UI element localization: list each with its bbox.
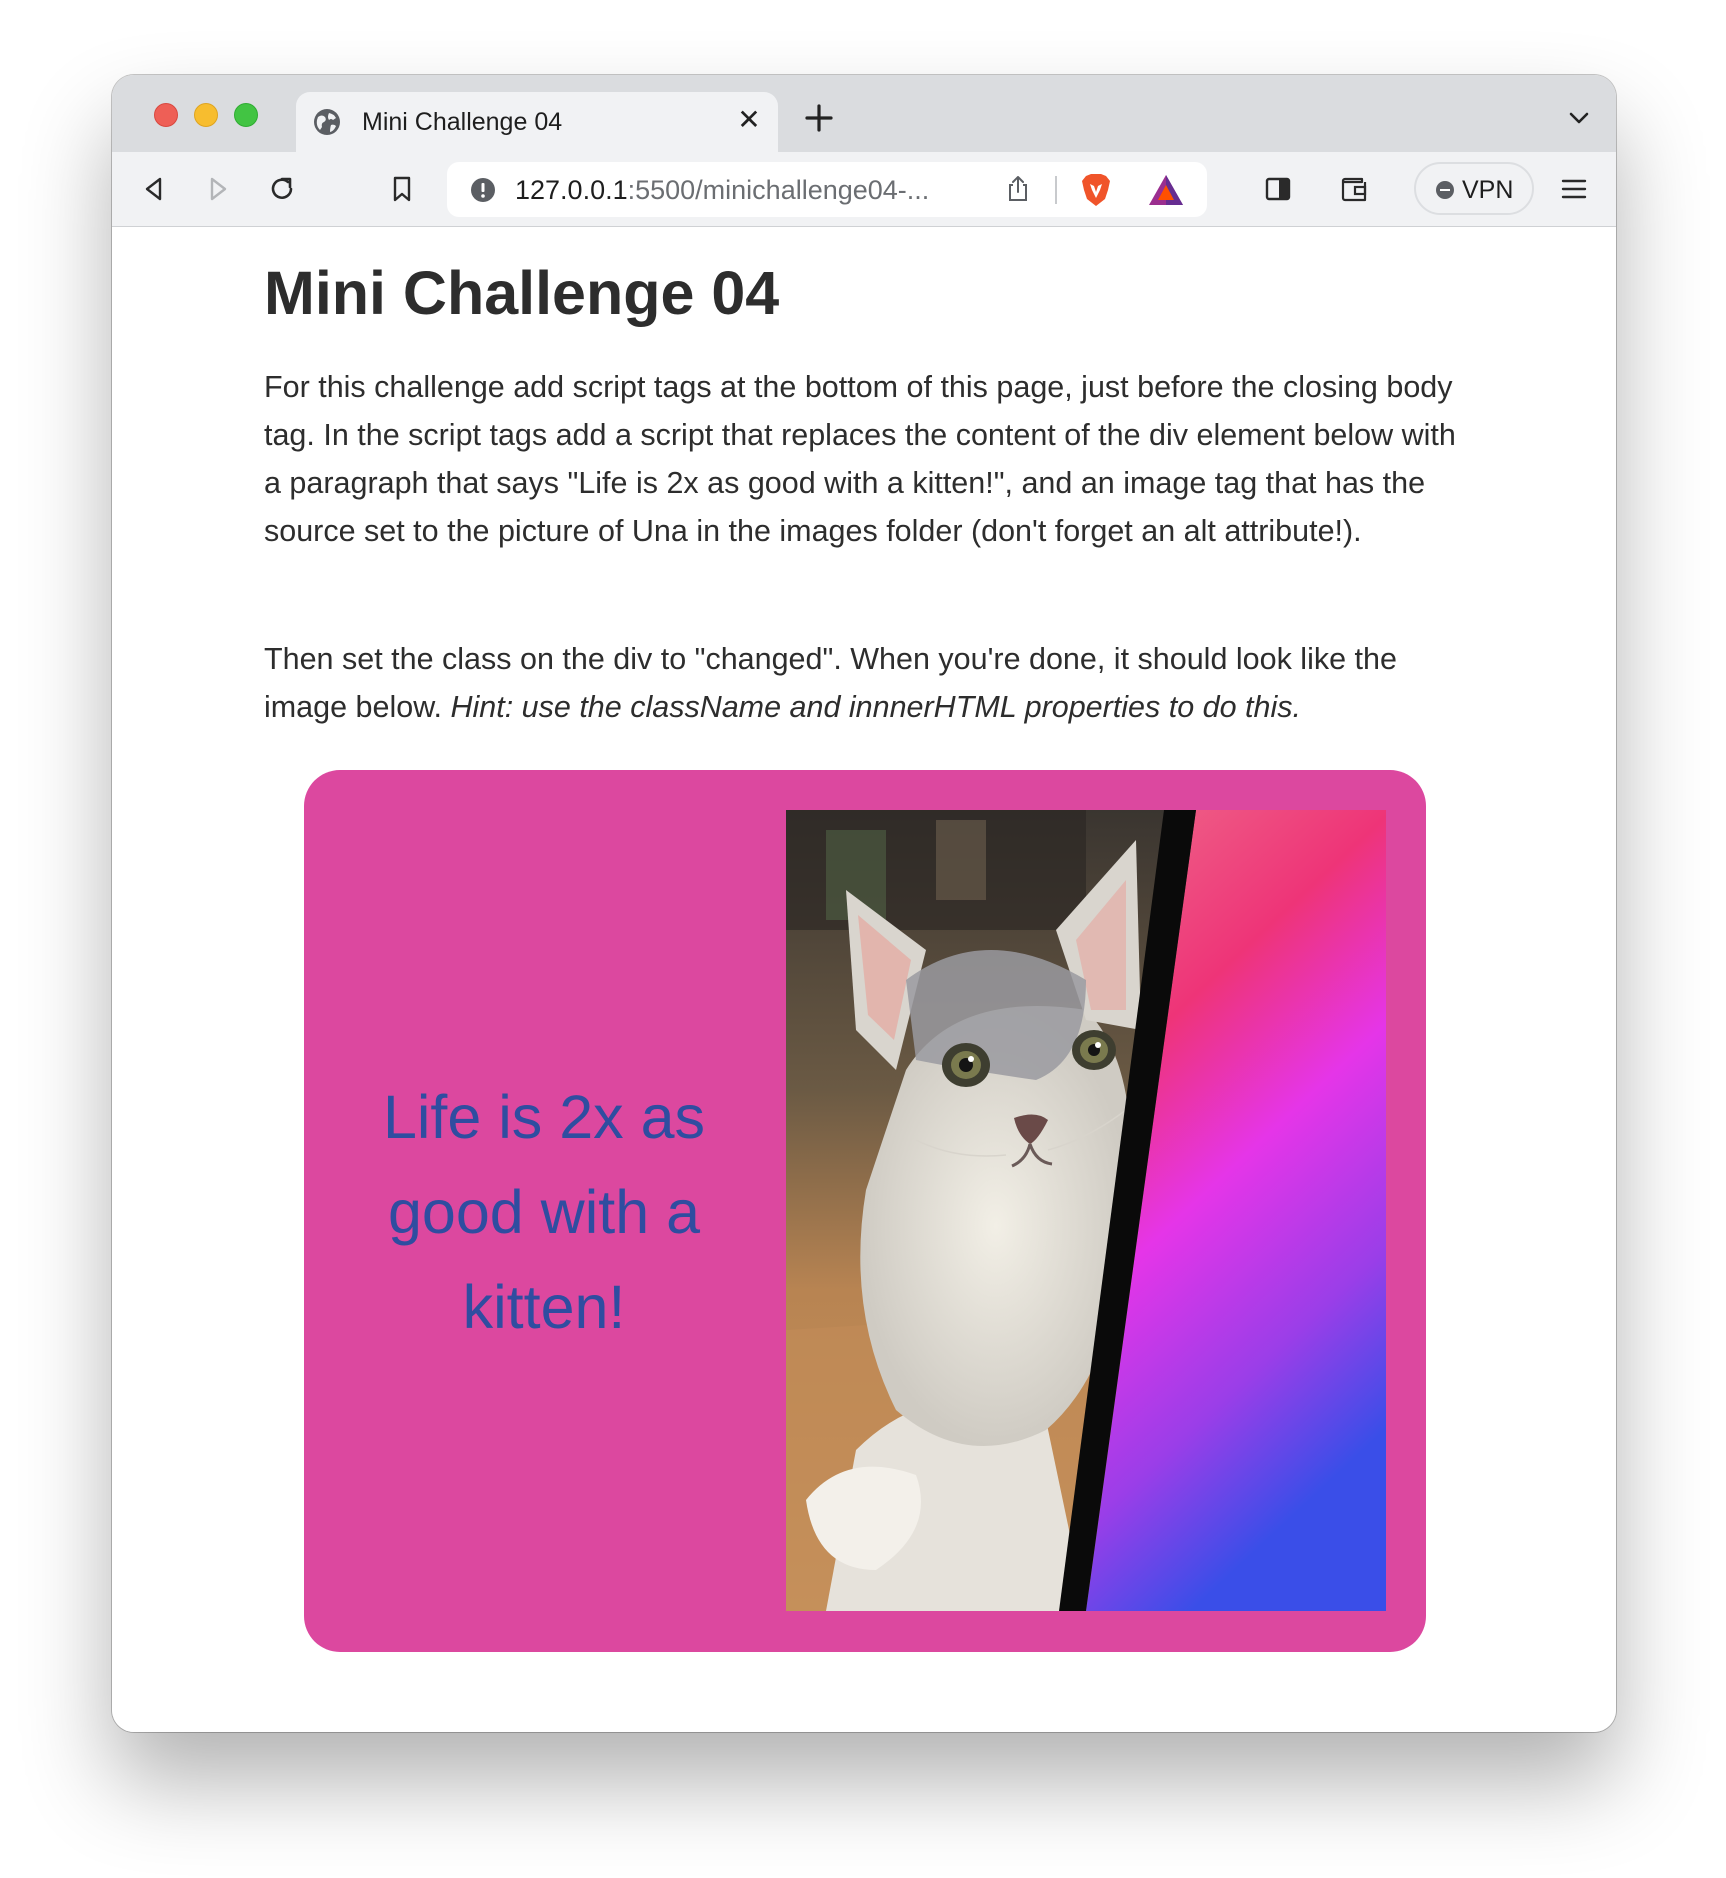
maximize-window-button[interactable] bbox=[234, 103, 258, 127]
chevron-down-icon[interactable] bbox=[1566, 105, 1592, 131]
tab-active[interactable]: Mini Challenge 04 ✕ bbox=[296, 92, 778, 152]
toolbar: 127.0.0.1:5500/minichallenge04-... VPN bbox=[112, 152, 1616, 227]
bat-rewards-icon[interactable] bbox=[1147, 173, 1185, 207]
hint-text: Hint: use the className and innnerHTML p… bbox=[450, 690, 1301, 724]
menu-icon[interactable] bbox=[1558, 173, 1590, 205]
address-bar[interactable]: 127.0.0.1:5500/minichallenge04-... bbox=[447, 162, 1207, 217]
forward-icon[interactable] bbox=[202, 173, 234, 205]
url-host: 127.0.0.1 bbox=[515, 175, 628, 205]
page-content: Mini Challenge 04 For this challenge add… bbox=[112, 228, 1616, 1732]
tab-title: Mini Challenge 04 bbox=[362, 108, 563, 136]
instructions-paragraph-2: Then set the class on the div to "change… bbox=[264, 635, 1474, 731]
reload-icon[interactable] bbox=[266, 173, 298, 205]
kitten-photo bbox=[786, 810, 1386, 1611]
kitten-caption: Life is 2x as good with a kitten! bbox=[382, 1083, 706, 1341]
instructions-paragraph: For this challenge add script tags at th… bbox=[264, 370, 1456, 548]
browser-window: Mini Challenge 04 ✕ 127.0.0.1:5500/minic… bbox=[112, 75, 1616, 1732]
share-icon[interactable] bbox=[1003, 174, 1033, 204]
url-text[interactable]: 127.0.0.1:5500/minichallenge04-... bbox=[515, 175, 929, 206]
page-title: Mini Challenge 04 bbox=[264, 259, 780, 327]
url-path: :5500/minichallenge04-... bbox=[627, 175, 930, 205]
url-separator bbox=[1055, 176, 1057, 204]
bookmark-icon[interactable] bbox=[386, 173, 418, 205]
brave-lion-icon[interactable] bbox=[1079, 172, 1113, 208]
info-icon[interactable] bbox=[469, 176, 497, 204]
close-icon[interactable]: ✕ bbox=[734, 105, 764, 135]
back-icon[interactable] bbox=[138, 173, 170, 205]
tab-bar: Mini Challenge 04 ✕ bbox=[112, 75, 1616, 152]
globe-icon bbox=[314, 109, 340, 135]
changed-div: Life is 2x as good with a kitten! bbox=[304, 770, 1426, 1652]
vpn-icon bbox=[1436, 181, 1454, 199]
wallet-icon[interactable] bbox=[1338, 173, 1370, 205]
sidebar-icon[interactable] bbox=[1262, 173, 1294, 205]
plus-icon[interactable] bbox=[802, 101, 836, 135]
vpn-label: VPN bbox=[1462, 176, 1514, 204]
vpn-button[interactable]: VPN bbox=[1414, 162, 1534, 215]
close-window-button[interactable] bbox=[154, 103, 178, 127]
minimize-window-button[interactable] bbox=[194, 103, 218, 127]
